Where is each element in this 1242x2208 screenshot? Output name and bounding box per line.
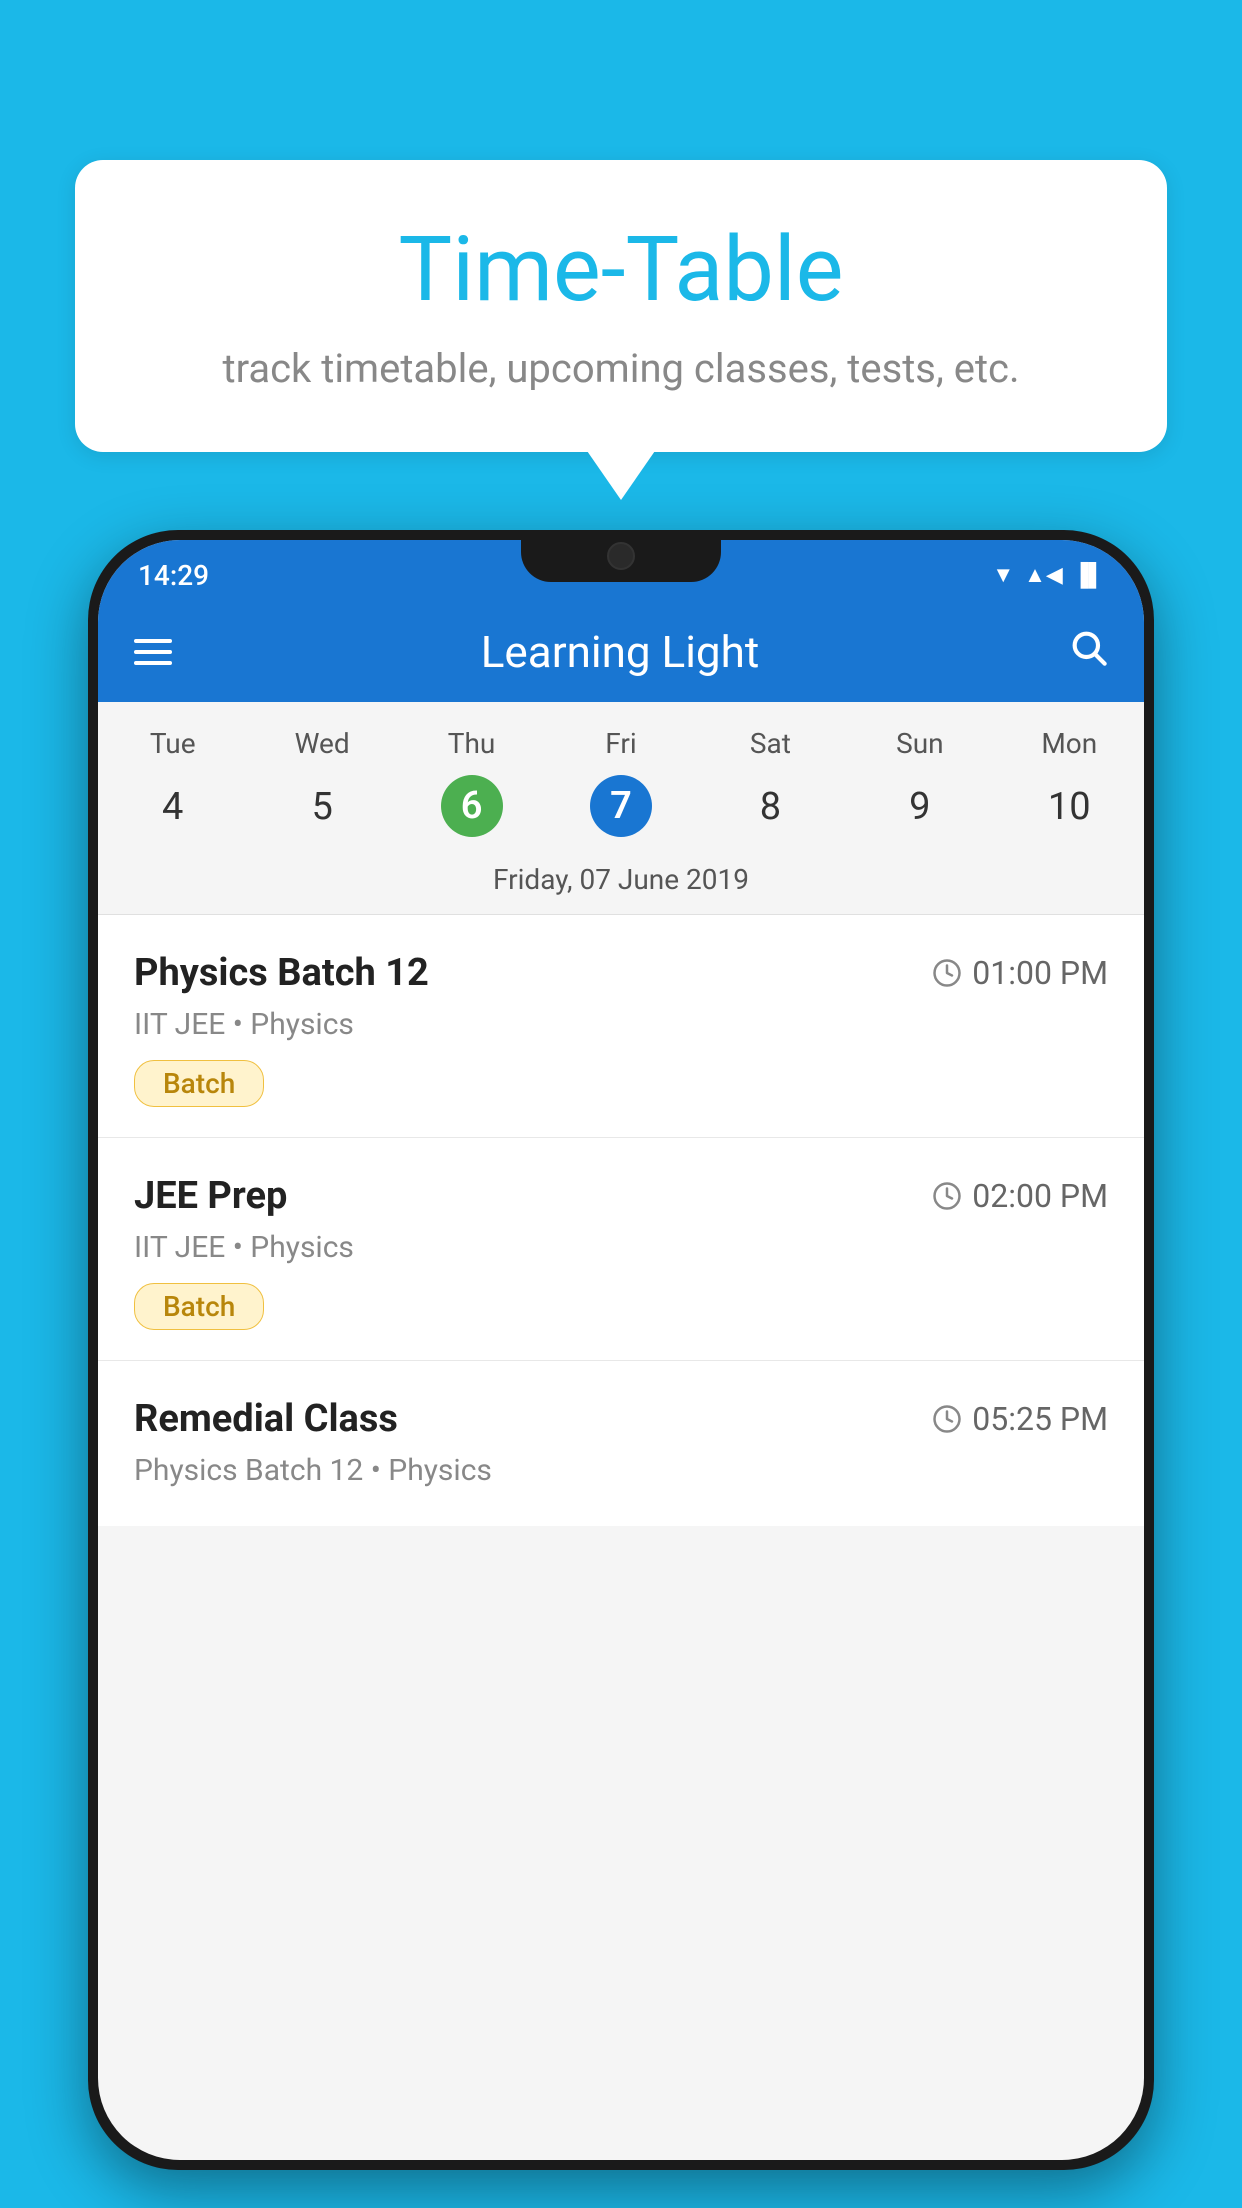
bubble-subtitle: track timetable, upcoming classes, tests…	[125, 341, 1117, 397]
schedule-item-2-title: JEE Prep	[134, 1174, 287, 1218]
schedule-list: Physics Batch 12 01:00 PM IIT JEE • Phys…	[98, 915, 1144, 1526]
schedule-item-2-time: 02:00 PM	[932, 1177, 1108, 1215]
signal-icon: ▲◀	[1024, 562, 1063, 588]
day-header-tue: Tue	[98, 722, 247, 765]
day-4[interactable]: 4	[98, 775, 247, 839]
day-header-fri: Fri	[546, 722, 695, 765]
clock-icon	[932, 958, 962, 988]
search-button[interactable]	[1068, 626, 1108, 678]
day-10[interactable]: 10	[995, 775, 1144, 839]
phone-screen: 14:29 ▼ ▲◀ ▐▌ Learning Light	[98, 540, 1144, 2160]
bubble-title: Time-Table	[125, 220, 1117, 319]
clock-icon-3	[932, 1404, 962, 1434]
clock-icon-2	[932, 1181, 962, 1211]
schedule-item-3-subtitle: Physics Batch 12 • Physics	[134, 1453, 1108, 1488]
schedule-item-3[interactable]: Remedial Class 05:25 PM Physics Batch 12…	[98, 1361, 1144, 1526]
day-8[interactable]: 8	[696, 775, 845, 839]
menu-button[interactable]	[134, 639, 172, 665]
day-numbers: 4 5 6 7 8 9 10	[98, 775, 1144, 839]
schedule-item-1-tag: Batch	[134, 1060, 264, 1107]
speech-bubble: Time-Table track timetable, upcoming cla…	[75, 160, 1167, 452]
selected-date-label: Friday, 07 June 2019	[98, 853, 1144, 915]
schedule-item-2-header: JEE Prep 02:00 PM	[134, 1174, 1108, 1218]
day-5[interactable]: 5	[247, 775, 396, 839]
day-headers: Tue Wed Thu Fri Sat Sun Mon	[98, 722, 1144, 765]
schedule-item-2-tag: Batch	[134, 1283, 264, 1330]
day-7-selected[interactable]: 7	[590, 775, 652, 837]
calendar-strip: Tue Wed Thu Fri Sat Sun Mon 4 5 6 7 8 9 …	[98, 702, 1144, 915]
schedule-item-2[interactable]: JEE Prep 02:00 PM IIT JEE • Physics Batc…	[98, 1138, 1144, 1361]
schedule-item-1-subtitle: IIT JEE • Physics	[134, 1007, 1108, 1042]
phone-frame: 14:29 ▼ ▲◀ ▐▌ Learning Light	[88, 530, 1154, 2170]
schedule-item-3-header: Remedial Class 05:25 PM	[134, 1397, 1108, 1441]
app-toolbar: Learning Light	[98, 602, 1144, 702]
schedule-item-1-title: Physics Batch 12	[134, 951, 429, 995]
schedule-item-3-time: 05:25 PM	[932, 1400, 1108, 1438]
battery-icon: ▐▌	[1073, 562, 1104, 588]
day-6-today[interactable]: 6	[441, 775, 503, 837]
schedule-item-1-time: 01:00 PM	[932, 954, 1108, 992]
schedule-item-3-title: Remedial Class	[134, 1397, 398, 1441]
schedule-item-1-header: Physics Batch 12 01:00 PM	[134, 951, 1108, 995]
app-title: Learning Light	[202, 626, 1038, 678]
day-9[interactable]: 9	[845, 775, 994, 839]
status-time: 14:29	[138, 559, 209, 592]
day-header-thu: Thu	[397, 722, 546, 765]
phone-device: 14:29 ▼ ▲◀ ▐▌ Learning Light	[88, 530, 1154, 2208]
schedule-item-2-subtitle: IIT JEE • Physics	[134, 1230, 1108, 1265]
phone-notch	[521, 530, 721, 582]
day-header-sun: Sun	[845, 722, 994, 765]
day-header-wed: Wed	[247, 722, 396, 765]
day-header-mon: Mon	[995, 722, 1144, 765]
status-icons: ▼ ▲◀ ▐▌	[992, 562, 1104, 588]
speech-bubble-container: Time-Table track timetable, upcoming cla…	[75, 160, 1167, 452]
camera-icon	[607, 542, 635, 570]
wifi-icon: ▼	[992, 562, 1014, 588]
schedule-item-1[interactable]: Physics Batch 12 01:00 PM IIT JEE • Phys…	[98, 915, 1144, 1138]
day-header-sat: Sat	[696, 722, 845, 765]
